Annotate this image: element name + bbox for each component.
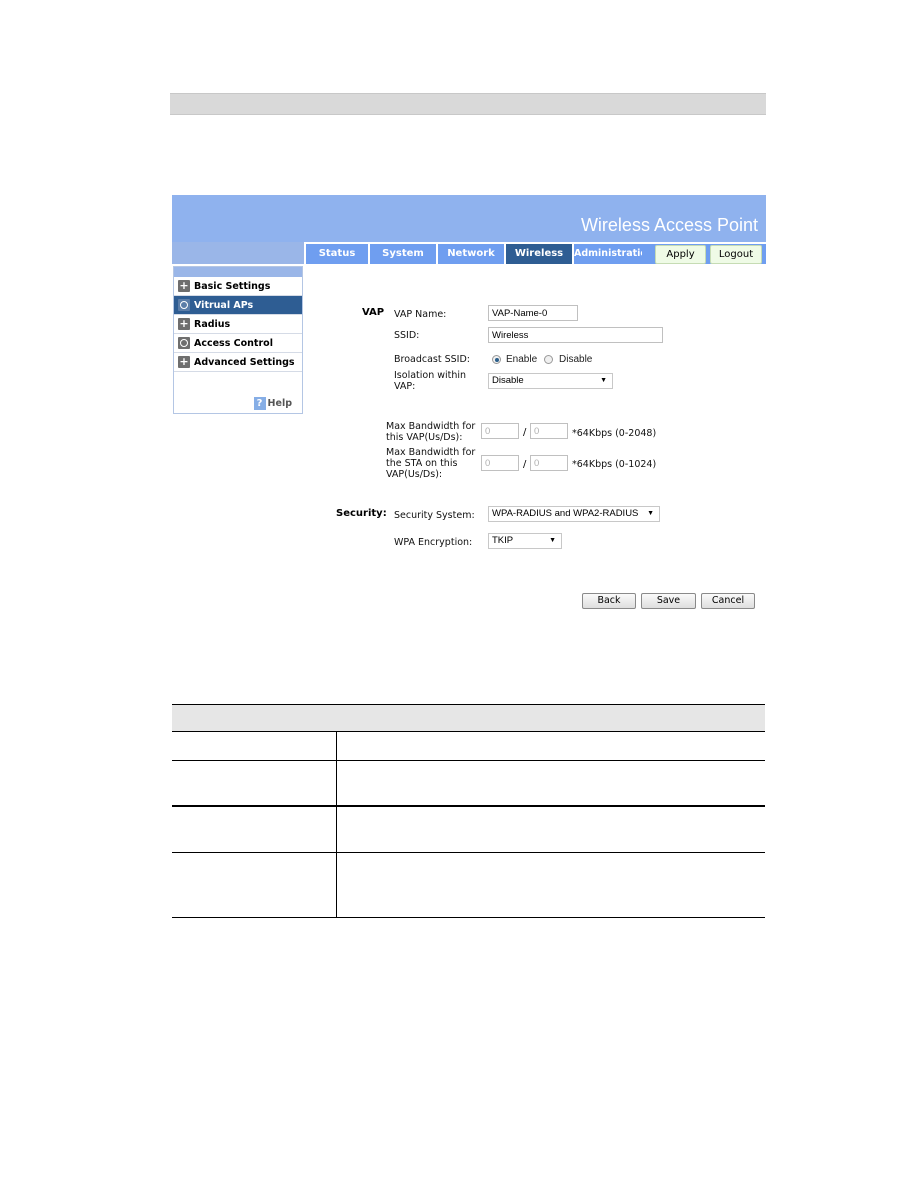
table-cell xyxy=(172,761,337,805)
isolation-select[interactable]: Disable ▼ xyxy=(488,373,613,389)
vap-settings-form: VAP VAP Name: SSID: Broadcast SSID: Enab… xyxy=(172,195,766,625)
isolation-select-value: Disable xyxy=(492,375,524,386)
broadcast-enable-radio[interactable] xyxy=(492,355,501,364)
broadcast-disable-label: Disable xyxy=(559,354,593,365)
table-cell xyxy=(337,807,765,852)
table-cell xyxy=(337,761,765,805)
table-cell xyxy=(337,732,765,760)
vap-section-label: VAP xyxy=(362,307,385,318)
security-system-label: Security System: xyxy=(394,510,475,521)
document-table xyxy=(172,704,765,918)
table-header xyxy=(172,704,765,732)
bw-sta-unit: *64Kbps (0-1024) xyxy=(572,459,657,470)
document-section-header-bar xyxy=(170,93,766,115)
vap-name-input[interactable] xyxy=(488,305,578,321)
bw-sta-separator: / xyxy=(523,459,527,470)
broadcast-ssid-label: Broadcast SSID: xyxy=(394,354,470,365)
bw-vap-ds-input[interactable] xyxy=(530,423,568,439)
bw-sta-label-line3: VAP(Us/Ds): xyxy=(386,469,443,480)
bw-sta-ds-input[interactable] xyxy=(530,455,568,471)
ssid-label: SSID: xyxy=(394,330,420,341)
bw-vap-separator: / xyxy=(523,427,527,438)
wpa-encryption-select[interactable]: TKIP ▼ xyxy=(488,533,562,549)
ssid-input[interactable] xyxy=(488,327,663,343)
chevron-down-icon: ▼ xyxy=(549,537,556,544)
bw-sta-us-input[interactable] xyxy=(481,455,519,471)
broadcast-enable-label: Enable xyxy=(506,354,538,365)
chevron-down-icon: ▼ xyxy=(600,377,607,384)
table-row xyxy=(172,853,765,918)
security-section-label: Security: xyxy=(336,508,387,519)
broadcast-disable-radio[interactable] xyxy=(544,355,553,364)
chevron-down-icon: ▼ xyxy=(647,510,654,517)
table-cell xyxy=(172,732,337,760)
bw-vap-unit: *64Kbps (0-2048) xyxy=(572,428,657,439)
cancel-button[interactable]: Cancel xyxy=(701,593,755,609)
table-row xyxy=(172,732,765,761)
table-row xyxy=(172,807,765,853)
save-button[interactable]: Save xyxy=(641,593,696,609)
bw-vap-label-line2: this VAP(Us/Ds): xyxy=(386,432,463,443)
security-system-select[interactable]: WPA-RADIUS and WPA2-RADIUS ▼ xyxy=(488,506,660,522)
bw-sta-label-line2: the STA on this xyxy=(386,458,458,469)
table-cell xyxy=(172,853,337,917)
router-web-ui: Wireless Access Point Status System Netw… xyxy=(172,195,766,625)
wpa-encryption-label: WPA Encryption: xyxy=(394,537,473,548)
vap-name-label: VAP Name: xyxy=(394,309,447,320)
isolation-label-line2: VAP: xyxy=(394,381,416,392)
bw-sta-label-line1: Max Bandwidth for xyxy=(386,447,476,458)
bw-vap-label-line1: Max Bandwidth for xyxy=(386,421,476,432)
table-cell xyxy=(172,807,337,852)
table-row xyxy=(172,761,765,807)
back-button[interactable]: Back xyxy=(582,593,636,609)
wpa-encryption-value: TKIP xyxy=(492,535,514,546)
security-system-value: WPA-RADIUS and WPA2-RADIUS xyxy=(492,508,639,519)
isolation-label-line1: Isolation within xyxy=(394,370,467,381)
table-cell xyxy=(337,853,765,917)
bw-vap-us-input[interactable] xyxy=(481,423,519,439)
